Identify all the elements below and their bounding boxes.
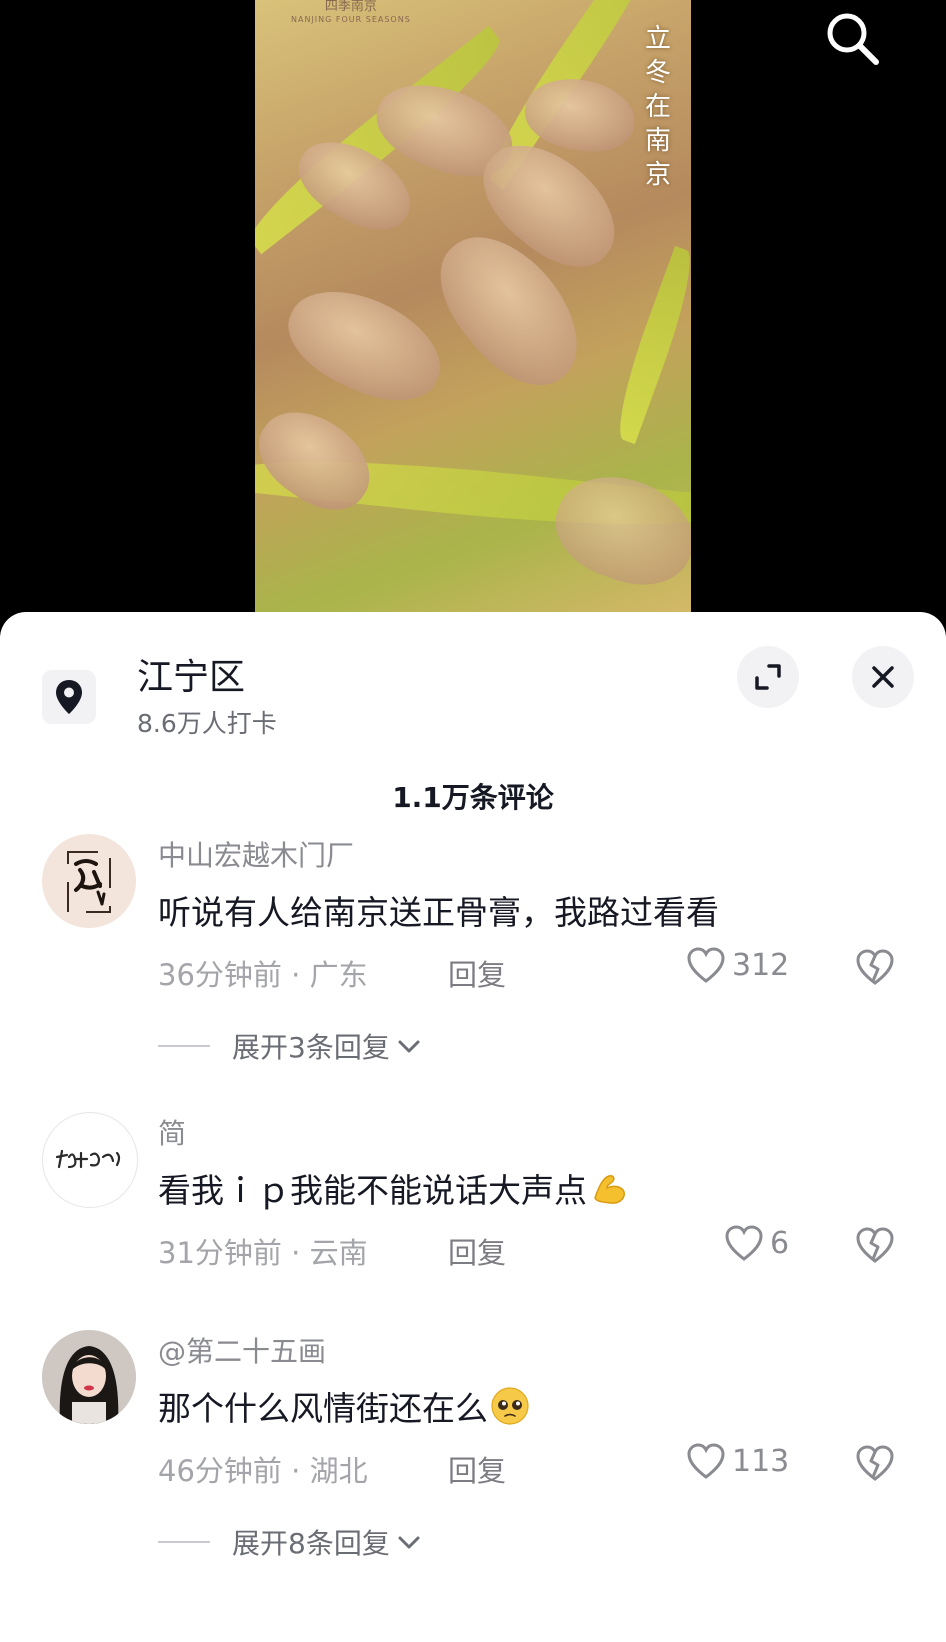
expand-replies-button[interactable]: 展开3条回复 bbox=[158, 1026, 422, 1066]
comment-text-body: 看我ｉｐ我能不能说话大声点 bbox=[158, 1171, 587, 1210]
comment-region: 湖北 bbox=[309, 1454, 368, 1488]
dislike-button[interactable] bbox=[855, 1444, 895, 1484]
comment-meta: 46分钟前 · 湖北 回复 bbox=[158, 1448, 506, 1490]
video-brand-name: 四季南京 bbox=[324, 0, 377, 14]
chevron-down-icon bbox=[398, 1040, 420, 1053]
comment-meta: 31分钟前 · 云南 回复 bbox=[158, 1230, 506, 1272]
comment-count: 1.1万条评论 bbox=[392, 781, 554, 814]
meta-separator: · bbox=[291, 1236, 310, 1270]
dislike-button[interactable] bbox=[855, 948, 895, 988]
comment-text-body: 听说有人给南京送正骨膏，我路过看看 bbox=[158, 893, 719, 932]
location-badge[interactable] bbox=[42, 670, 96, 724]
location-pin-icon bbox=[56, 680, 82, 714]
like-button[interactable]: 312 bbox=[686, 946, 789, 984]
reply-button[interactable]: 回复 bbox=[448, 1448, 506, 1490]
video-grain bbox=[273, 270, 457, 420]
avatar[interactable] bbox=[42, 1112, 138, 1208]
search-button[interactable] bbox=[820, 6, 884, 70]
expand-replies-label: 展开8条回复 bbox=[232, 1527, 390, 1560]
broken-heart-icon bbox=[856, 949, 894, 985]
comment-time: 36分钟前 bbox=[158, 958, 282, 992]
video-leaf bbox=[606, 245, 691, 445]
comment-text: 看我ｉｐ我能不能说话大声点 bbox=[158, 1164, 629, 1212]
comment-username[interactable]: @第二十五画 bbox=[158, 1330, 326, 1370]
comment-text: 听说有人给南京送正骨膏，我路过看看 bbox=[158, 886, 719, 934]
comments-panel: 江宁区 8.6万人打卡 1.1万条评论 中山宏越木门厂 听说有人给南京送正骨膏，… bbox=[0, 612, 946, 1642]
broken-heart-icon bbox=[856, 1227, 894, 1263]
broken-heart-icon bbox=[856, 1445, 894, 1481]
video-grain bbox=[255, 392, 388, 528]
close-button[interactable] bbox=[852, 646, 914, 708]
expand-replies-button[interactable]: 展开8条回复 bbox=[158, 1522, 422, 1562]
search-icon bbox=[827, 13, 879, 65]
meta-separator: · bbox=[291, 958, 310, 992]
dislike-button[interactable] bbox=[855, 1226, 895, 1266]
heart-icon bbox=[687, 947, 725, 983]
like-button[interactable]: 6 bbox=[724, 1224, 789, 1262]
comment-region: 广东 bbox=[309, 958, 368, 992]
like-count: 312 bbox=[732, 947, 790, 983]
flexed-biceps-emoji-icon bbox=[594, 1175, 625, 1204]
meta-separator: · bbox=[291, 1454, 310, 1488]
reply-button[interactable]: 回复 bbox=[448, 1230, 506, 1272]
like-count: 113 bbox=[732, 1443, 790, 1479]
expand-replies-label: 展开3条回复 bbox=[232, 1031, 390, 1064]
comment-text-body: 那个什么风情街还在么 bbox=[158, 1389, 488, 1428]
location-checkins: 8.6万人打卡 bbox=[137, 709, 277, 738]
like-button[interactable]: 113 bbox=[686, 1442, 789, 1480]
calligraphy-avatar-image bbox=[67, 851, 111, 913]
expand-icon bbox=[755, 664, 781, 690]
divider-line bbox=[158, 1541, 210, 1543]
avatar[interactable] bbox=[42, 834, 136, 928]
comment-time: 46分钟前 bbox=[158, 1454, 282, 1488]
expand-button[interactable] bbox=[737, 646, 799, 708]
close-icon bbox=[872, 666, 894, 688]
comment-text: 那个什么风情街还在么 bbox=[158, 1382, 530, 1430]
reply-button[interactable]: 回复 bbox=[448, 952, 506, 994]
comment-region: 云南 bbox=[309, 1236, 368, 1270]
pleading-face-emoji-icon bbox=[491, 1387, 529, 1425]
comment-meta: 36分钟前 · 广东 回复 bbox=[158, 952, 506, 994]
video-player[interactable]: 四季南京 NANJING FOUR SEASONS 立冬 在南京 bbox=[255, 0, 691, 620]
location-title[interactable]: 江宁区 bbox=[137, 648, 245, 700]
divider-line bbox=[158, 1045, 210, 1047]
video-brand-logo: 四季南京 NANJING FOUR SEASONS bbox=[291, 0, 411, 26]
chevron-down-icon bbox=[398, 1536, 420, 1549]
comment-username[interactable]: 中山宏越木门厂 bbox=[158, 834, 354, 874]
avatar[interactable] bbox=[42, 1330, 136, 1424]
heart-icon bbox=[687, 1443, 725, 1479]
heart-icon bbox=[725, 1225, 763, 1261]
profile-photo-avatar-image bbox=[42, 1330, 136, 1424]
comment-username[interactable]: 简 bbox=[158, 1112, 186, 1152]
video-vertical-caption: 立冬 在南京 bbox=[644, 24, 671, 190]
handwriting-avatar-image bbox=[55, 1149, 121, 1169]
comment-time: 31分钟前 bbox=[158, 1236, 282, 1270]
like-count: 6 bbox=[770, 1225, 790, 1261]
video-brand-sub: NANJING FOUR SEASONS bbox=[291, 15, 411, 24]
